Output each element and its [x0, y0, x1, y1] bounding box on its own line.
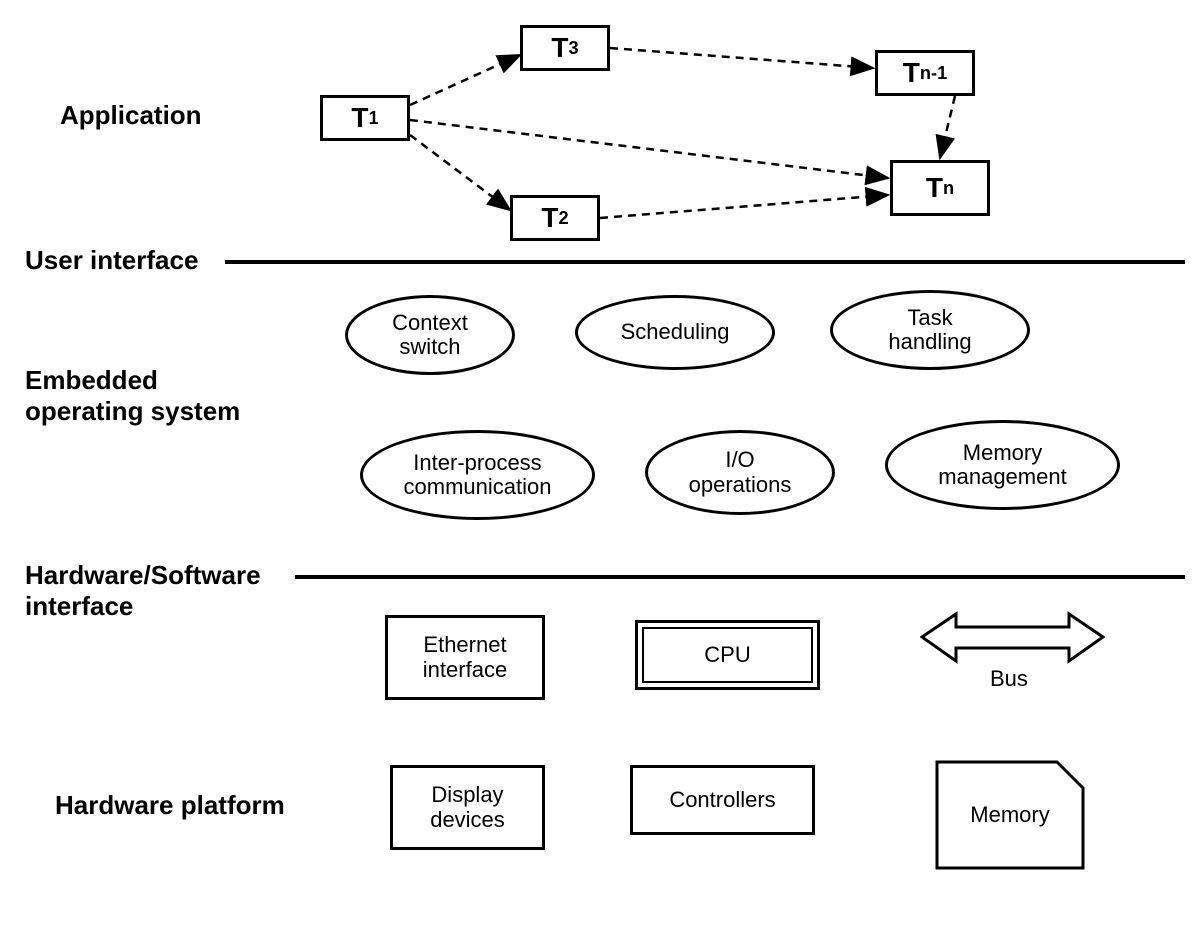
memory-mgmt-ellipse: Memory management	[885, 420, 1120, 510]
ethernet-box: Ethernet interface	[385, 615, 545, 700]
cpu-inner-box: CPU	[642, 627, 813, 683]
task-t2-box: T2	[510, 195, 600, 241]
application-label: Application	[60, 100, 202, 131]
hardware-platform-label: Hardware platform	[55, 790, 285, 821]
io-ops-ellipse: I/O operations	[645, 430, 835, 515]
cpu-box: CPU	[635, 620, 820, 690]
controllers-box: Controllers	[630, 765, 815, 835]
context-switch-ellipse: Context switch	[345, 295, 515, 375]
scheduling-ellipse: Scheduling	[575, 295, 775, 370]
user-interface-divider	[225, 260, 1185, 264]
bus-label: Bus	[990, 666, 1028, 692]
user-interface-label: User interface	[25, 245, 198, 276]
task-handling-ellipse: Task handling	[830, 290, 1030, 370]
memory-shape: Memory	[935, 760, 1085, 870]
task-t1-box: T1	[320, 95, 410, 141]
task-tn1-box: Tn-1	[875, 50, 975, 96]
task-tn-box: Tn	[890, 160, 990, 216]
task-t3-box: T3	[520, 25, 610, 71]
bus-arrow	[920, 610, 1105, 665]
hw-sw-interface-label: Hardware/Software interface	[25, 560, 261, 622]
hw-sw-interface-divider	[295, 575, 1185, 579]
embedded-os-label: Embedded operating system	[25, 365, 240, 427]
memory-label: Memory	[935, 760, 1085, 870]
ipc-ellipse: Inter-process communication	[360, 430, 595, 520]
display-box: Display devices	[390, 765, 545, 850]
